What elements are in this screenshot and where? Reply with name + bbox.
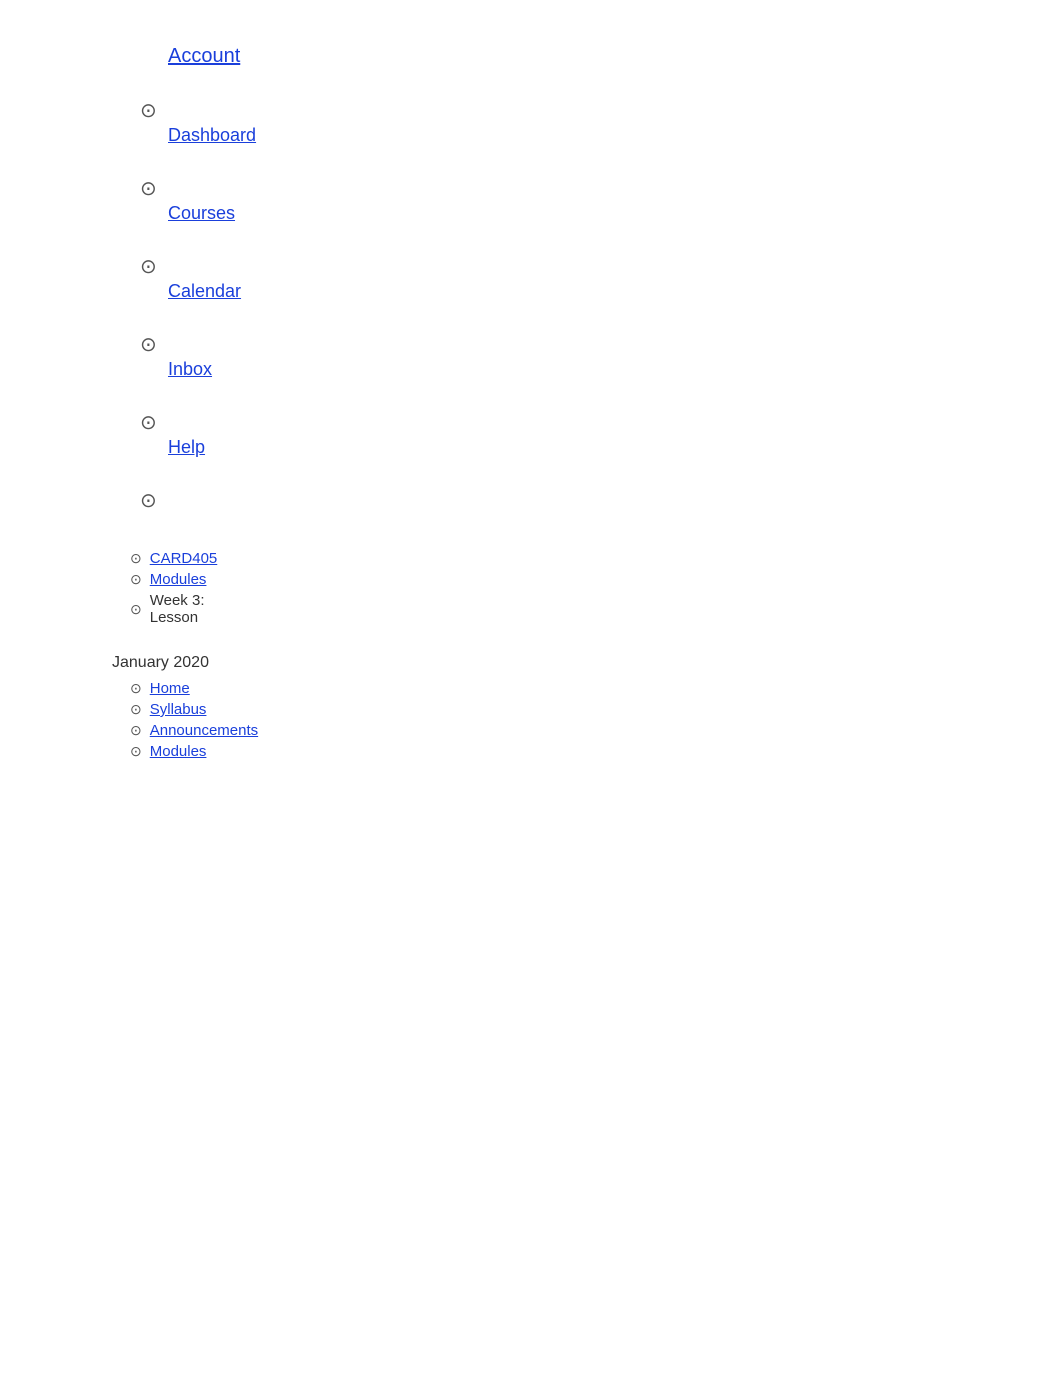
inbox-icon: ⊙ (140, 332, 157, 357)
breadcrumb-item-card405: ⊙ CARD405 (0, 550, 220, 567)
course-nav-syllabus: ⊙ Syllabus (130, 701, 220, 718)
breadcrumb-item-week3: ⊙ Week 3: Lesson (0, 592, 220, 626)
breadcrumb-text-week3: Week 3: Lesson (150, 592, 220, 626)
breadcrumb-item-modules: ⊙ Modules (0, 571, 220, 588)
dashboard-icon: ⊙ (140, 98, 157, 123)
announcements-icon: ⊙ (130, 722, 142, 739)
course-nav-modules: ⊙ Modules (130, 743, 220, 760)
month-label: January 2020 (0, 654, 220, 672)
home-link[interactable]: Home (150, 680, 190, 697)
breadcrumb: ⊙ CARD405 ⊙ Modules ⊙ Week 3: Lesson (0, 540, 220, 640)
modules-link[interactable]: Modules (150, 743, 207, 760)
syllabus-link[interactable]: Syllabus (150, 701, 207, 718)
nav-item-help: ⊙ Help (0, 400, 220, 468)
breadcrumb-link-modules[interactable]: Modules (150, 571, 207, 588)
calendar-link[interactable]: Calendar (168, 281, 241, 302)
nav-item-extra: ⊙ (0, 478, 220, 525)
nav-item-courses: ⊙ Courses (0, 166, 220, 234)
courses-icon: ⊙ (140, 176, 157, 201)
help-link[interactable]: Help (168, 437, 205, 458)
course-nav-announcements: ⊙ Announcements (130, 722, 220, 739)
nav-item-account: Account (0, 20, 220, 88)
nav-item-dashboard: ⊙ Dashboard (0, 88, 220, 156)
help-icon: ⊙ (140, 410, 157, 435)
breadcrumb-icon-1: ⊙ (130, 550, 142, 567)
course-nav-home: ⊙ Home (130, 680, 220, 697)
home-icon: ⊙ (130, 680, 142, 697)
dashboard-link[interactable]: Dashboard (168, 125, 256, 146)
breadcrumb-icon-3: ⊙ (130, 601, 142, 618)
syllabus-icon: ⊙ (130, 701, 142, 718)
inbox-link[interactable]: Inbox (168, 359, 212, 380)
nav-item-inbox: ⊙ Inbox (0, 322, 220, 390)
sidebar: Account ⊙ Dashboard ⊙ Courses ⊙ Calendar… (0, 0, 220, 784)
modules-icon: ⊙ (130, 743, 142, 760)
extra-icon: ⊙ (140, 488, 157, 513)
calendar-icon: ⊙ (140, 254, 157, 279)
nav-item-calendar: ⊙ Calendar (0, 244, 220, 312)
courses-link[interactable]: Courses (168, 203, 235, 224)
announcements-link[interactable]: Announcements (150, 722, 258, 739)
breadcrumb-link-card405[interactable]: CARD405 (150, 550, 218, 567)
course-nav: ⊙ Home ⊙ Syllabus ⊙ Announcements ⊙ Modu… (0, 680, 220, 764)
breadcrumb-icon-2: ⊙ (130, 571, 142, 588)
account-link[interactable]: Account (168, 45, 240, 67)
